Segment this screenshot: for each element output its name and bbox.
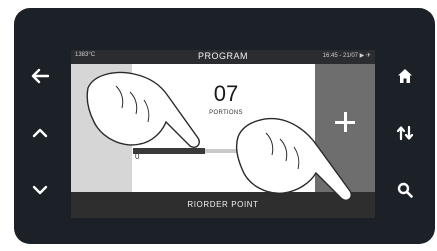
portion-unit-label: PORTIONS xyxy=(209,110,243,116)
arrow-left-icon xyxy=(31,68,49,84)
home-icon xyxy=(398,69,412,83)
minus-icon xyxy=(91,110,109,113)
swap-button[interactable] xyxy=(385,118,425,148)
portion-slider-fill xyxy=(133,148,205,154)
plus-icon xyxy=(335,112,355,132)
chevron-up-icon xyxy=(32,128,48,138)
scroll-up-button[interactable] xyxy=(20,118,60,148)
clock-date-readout: 16:45 - 21/07 ▶ ✈ xyxy=(322,53,371,59)
reorder-point-label: RIORDER POINT xyxy=(187,200,259,209)
search-icon xyxy=(397,182,413,198)
swap-arrows-icon xyxy=(396,125,414,141)
touch-screen: 1383°C PROGRAM 16:45 - 21/07 ▶ ✈ 07 PORT… xyxy=(71,50,375,218)
decrement-button[interactable] xyxy=(71,64,132,192)
chevron-down-icon xyxy=(32,185,48,195)
scroll-down-button[interactable] xyxy=(20,175,60,205)
home-button[interactable] xyxy=(385,61,425,91)
reorder-point-button[interactable]: RIORDER POINT xyxy=(71,192,375,218)
status-bar: 1383°C PROGRAM 16:45 - 21/07 ▶ ✈ xyxy=(71,50,375,64)
back-button[interactable] xyxy=(20,61,60,91)
search-button[interactable] xyxy=(385,175,425,205)
increment-button[interactable] xyxy=(315,64,375,192)
slider-min-label: 0 xyxy=(135,152,140,161)
portion-count: 07 xyxy=(213,81,239,106)
